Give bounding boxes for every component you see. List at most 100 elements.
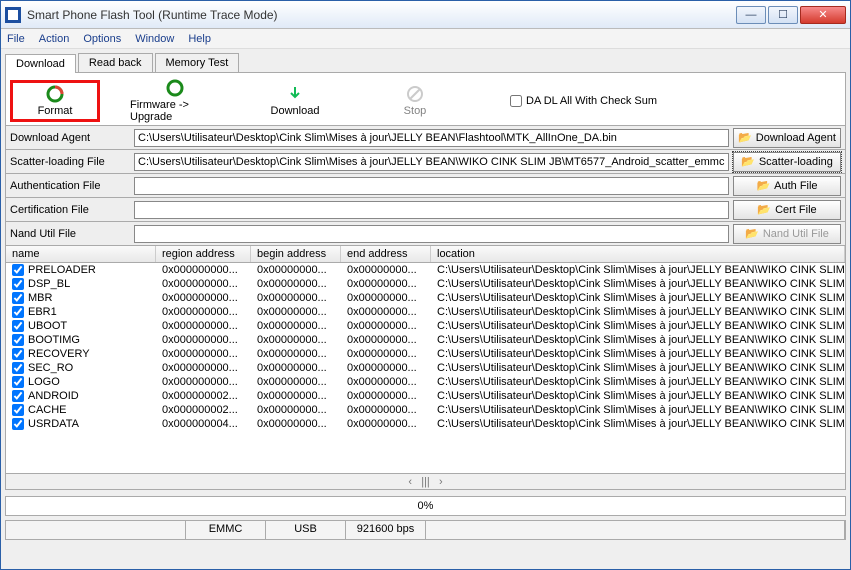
cert-input[interactable]: [134, 201, 729, 219]
table-row[interactable]: RECOVERY 0x000000000... 0x00000000... 0x…: [6, 347, 845, 361]
row-region: 0x000000000...: [156, 376, 251, 388]
status-emmc: EMMC: [186, 521, 266, 539]
tab-memorytest[interactable]: Memory Test: [155, 53, 240, 72]
row-begin: 0x00000000...: [251, 376, 341, 388]
menu-action[interactable]: Action: [39, 33, 70, 45]
cert-button[interactable]: 📂Cert File: [733, 200, 841, 220]
row-name: LOGO: [28, 376, 60, 388]
col-region[interactable]: region address: [156, 246, 251, 262]
row-begin: 0x00000000...: [251, 264, 341, 276]
row-end: 0x00000000...: [341, 306, 431, 318]
app-window: Smart Phone Flash Tool (Runtime Trace Mo…: [0, 0, 851, 570]
row-checkbox[interactable]: [12, 320, 24, 332]
tab-readback[interactable]: Read back: [78, 53, 153, 72]
row-checkbox[interactable]: [12, 306, 24, 318]
auth-button[interactable]: 📂Auth File: [733, 176, 841, 196]
row-end: 0x00000000...: [341, 376, 431, 388]
auth-input[interactable]: [134, 177, 729, 195]
row-name: DSP_BL: [28, 278, 70, 290]
hscrollbar[interactable]: ‹ ||| ›: [5, 474, 846, 490]
checksum-label: DA DL All With Check Sum: [526, 95, 657, 107]
row-checkbox[interactable]: [12, 390, 24, 402]
minimize-button[interactable]: —: [736, 6, 766, 24]
row-begin: 0x00000000...: [251, 278, 341, 290]
auth-label: Authentication File: [6, 180, 134, 192]
nand-button: 📂Nand Util File: [733, 224, 841, 244]
table-row[interactable]: ANDROID 0x000000002... 0x00000000... 0x0…: [6, 389, 845, 403]
row-end: 0x00000000...: [341, 418, 431, 430]
row-region: 0x000000000...: [156, 348, 251, 360]
row-checkbox[interactable]: [12, 362, 24, 374]
row-end: 0x00000000...: [341, 320, 431, 332]
row-checkbox[interactable]: [12, 278, 24, 290]
close-button[interactable]: ✕: [800, 6, 846, 24]
download-button[interactable]: Download: [250, 85, 340, 117]
col-name[interactable]: name: [6, 246, 156, 262]
toolbar: Format Firmware -> Upgrade Download Stop…: [5, 73, 846, 126]
statusbar: EMMC USB 921600 bps: [5, 520, 846, 540]
table-row[interactable]: MBR 0x000000000... 0x00000000... 0x00000…: [6, 291, 845, 305]
col-end[interactable]: end address: [341, 246, 431, 262]
da-button[interactable]: 📂Download Agent: [733, 128, 841, 148]
row-region: 0x000000000...: [156, 292, 251, 304]
download-label: Download: [271, 105, 320, 117]
table-row[interactable]: BOOTIMG 0x000000000... 0x00000000... 0x0…: [6, 333, 845, 347]
col-location[interactable]: location: [431, 246, 845, 262]
stop-icon: [406, 85, 424, 103]
table-row[interactable]: EBR1 0x000000000... 0x00000000... 0x0000…: [6, 305, 845, 319]
menu-window[interactable]: Window: [135, 33, 174, 45]
scatter-input[interactable]: [134, 153, 729, 171]
menu-file[interactable]: File: [7, 33, 25, 45]
format-button[interactable]: Format: [10, 80, 100, 122]
row-end: 0x00000000...: [341, 362, 431, 374]
maximize-button[interactable]: ☐: [768, 6, 798, 24]
status-blank2: [426, 521, 845, 539]
row-name: ANDROID: [28, 390, 79, 402]
checksum-checkbox[interactable]: [510, 95, 522, 107]
folder-icon: 📂: [745, 227, 759, 240]
format-icon: [46, 85, 64, 103]
row-checkbox[interactable]: [12, 404, 24, 416]
row-checkbox[interactable]: [12, 376, 24, 388]
scatter-button[interactable]: 📂Scatter-loading: [733, 152, 841, 172]
tab-download[interactable]: Download: [5, 54, 76, 73]
folder-icon: 📂: [738, 131, 752, 144]
row-begin: 0x00000000...: [251, 418, 341, 430]
row-end: 0x00000000...: [341, 278, 431, 290]
row-end: 0x00000000...: [341, 348, 431, 360]
row-checkbox[interactable]: [12, 418, 24, 430]
row-location: C:\Users\Utilisateur\Desktop\Cink Slim\M…: [431, 390, 845, 402]
menu-options[interactable]: Options: [83, 33, 121, 45]
row-begin: 0x00000000...: [251, 348, 341, 360]
row-end: 0x00000000...: [341, 334, 431, 346]
row-checkbox[interactable]: [12, 292, 24, 304]
row-region: 0x000000000...: [156, 362, 251, 374]
table-row[interactable]: SEC_RO 0x000000000... 0x00000000... 0x00…: [6, 361, 845, 375]
row-region: 0x000000000...: [156, 334, 251, 346]
col-begin[interactable]: begin address: [251, 246, 341, 262]
row-begin: 0x00000000...: [251, 404, 341, 416]
row-checkbox[interactable]: [12, 264, 24, 276]
table-row[interactable]: PRELOADER 0x000000000... 0x00000000... 0…: [6, 263, 845, 277]
table-row[interactable]: UBOOT 0x000000000... 0x00000000... 0x000…: [6, 319, 845, 333]
row-location: C:\Users\Utilisateur\Desktop\Cink Slim\M…: [431, 264, 845, 276]
nand-input[interactable]: [134, 225, 729, 243]
row-location: C:\Users\Utilisateur\Desktop\Cink Slim\M…: [431, 362, 845, 374]
row-location: C:\Users\Utilisateur\Desktop\Cink Slim\M…: [431, 320, 845, 332]
row-region: 0x000000004...: [156, 418, 251, 430]
da-input[interactable]: [134, 129, 729, 147]
row-checkbox[interactable]: [12, 334, 24, 346]
row-name: SEC_RO: [28, 362, 73, 374]
table-row[interactable]: USRDATA 0x000000004... 0x00000000... 0x0…: [6, 417, 845, 431]
table-row[interactable]: CACHE 0x000000002... 0x00000000... 0x000…: [6, 403, 845, 417]
row-end: 0x00000000...: [341, 404, 431, 416]
stop-button[interactable]: Stop: [370, 85, 460, 117]
row-location: C:\Users\Utilisateur\Desktop\Cink Slim\M…: [431, 292, 845, 304]
row-name: USRDATA: [28, 418, 79, 430]
upgrade-button[interactable]: Firmware -> Upgrade: [130, 79, 220, 123]
menu-help[interactable]: Help: [188, 33, 211, 45]
table-row[interactable]: LOGO 0x000000000... 0x00000000... 0x0000…: [6, 375, 845, 389]
table-row[interactable]: DSP_BL 0x000000000... 0x00000000... 0x00…: [6, 277, 845, 291]
row-checkbox[interactable]: [12, 348, 24, 360]
tab-bar: Download Read back Memory Test: [5, 53, 846, 73]
